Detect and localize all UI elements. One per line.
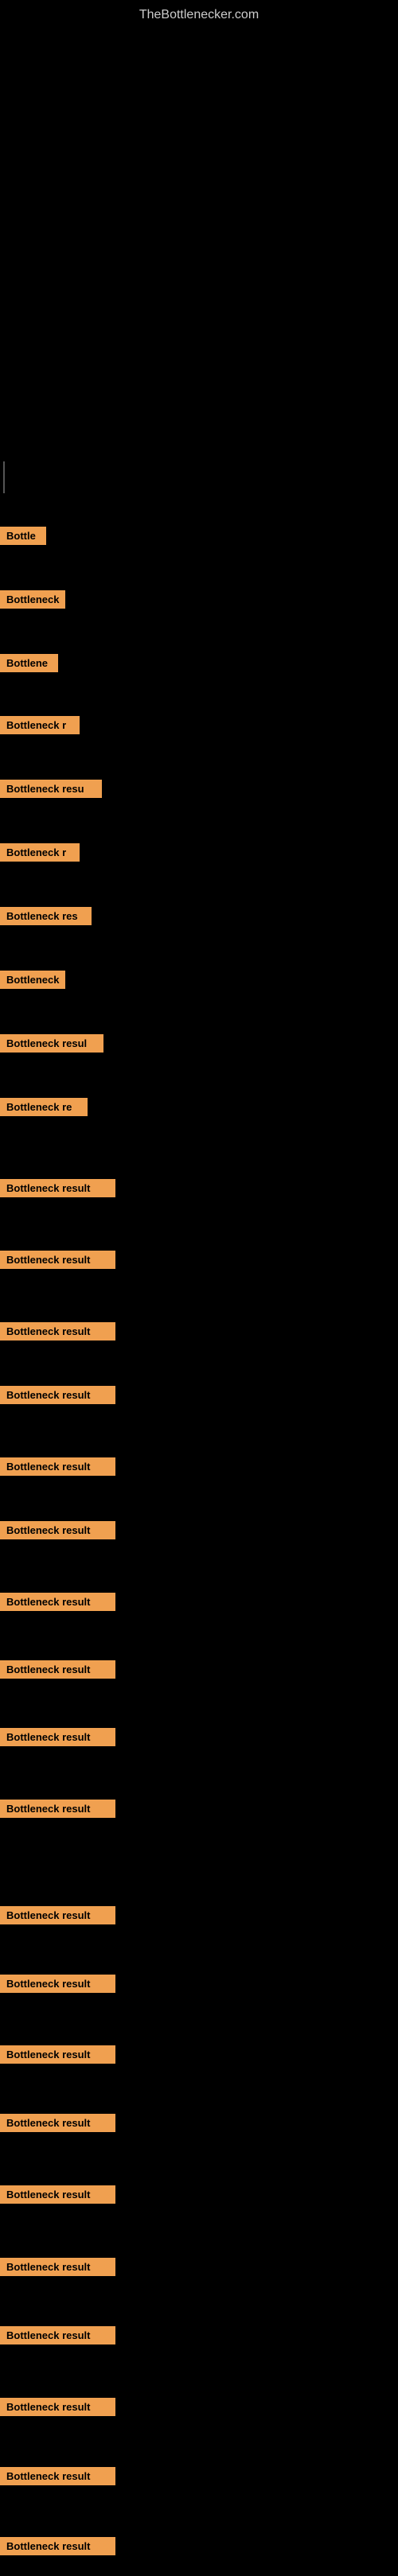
bottleneck-bar-25: Bottleneck result bbox=[0, 2185, 115, 2204]
bottleneck-bar-15: Bottleneck result bbox=[0, 1457, 115, 1476]
bottleneck-bar-16: Bottleneck result bbox=[0, 1521, 115, 1539]
bottleneck-bar-6: Bottleneck r bbox=[0, 843, 80, 862]
site-title: TheBottlenecker.com bbox=[0, 0, 398, 30]
bottleneck-bar-26: Bottleneck result bbox=[0, 2258, 115, 2276]
bottleneck-bar-8: Bottleneck bbox=[0, 971, 65, 989]
bottleneck-bar-9: Bottleneck resul bbox=[0, 1034, 103, 1053]
bottleneck-bar-2: Bottleneck bbox=[0, 590, 65, 609]
bottleneck-bar-29: Bottleneck result bbox=[0, 2467, 115, 2485]
bottleneck-bar-18: Bottleneck result bbox=[0, 1660, 115, 1679]
bottleneck-bar-30: Bottleneck result bbox=[0, 2537, 115, 2555]
bottleneck-bar-5: Bottleneck resu bbox=[0, 780, 102, 798]
bottleneck-bar-12: Bottleneck result bbox=[0, 1251, 115, 1269]
bottleneck-bar-19: Bottleneck result bbox=[0, 1728, 115, 1746]
bottleneck-bar-11: Bottleneck result bbox=[0, 1179, 115, 1197]
bottleneck-bar-10: Bottleneck re bbox=[0, 1098, 88, 1116]
bottleneck-bar-24: Bottleneck result bbox=[0, 2114, 115, 2132]
bottleneck-bar-14: Bottleneck result bbox=[0, 1386, 115, 1404]
bars-container: Bottle Bottleneck Bottlene Bottleneck r Bott… bbox=[0, 30, 398, 2576]
bottleneck-bar-3: Bottlene bbox=[0, 654, 58, 672]
bottleneck-bar-17: Bottleneck result bbox=[0, 1593, 115, 1611]
bottleneck-bar-4: Bottleneck r bbox=[0, 716, 80, 734]
bottleneck-bar-7: Bottleneck res bbox=[0, 907, 92, 925]
bottleneck-bar-1: Bottle bbox=[0, 527, 46, 545]
bottleneck-bar-27: Bottleneck result bbox=[0, 2326, 115, 2344]
main-content: TheBottlenecker.com BottleBottleneckBott… bbox=[0, 0, 398, 2576]
bottleneck-bar-21: Bottleneck result bbox=[0, 1906, 115, 1924]
bottleneck-bar-13: Bottleneck result bbox=[0, 1322, 115, 1341]
bottleneck-bar-20: Bottleneck result bbox=[0, 1800, 115, 1818]
bottleneck-bar-22: Bottleneck result bbox=[0, 1975, 115, 1993]
bottleneck-bar-28: Bottleneck result bbox=[0, 2398, 115, 2416]
bottleneck-bar-23: Bottleneck result bbox=[0, 2045, 115, 2064]
